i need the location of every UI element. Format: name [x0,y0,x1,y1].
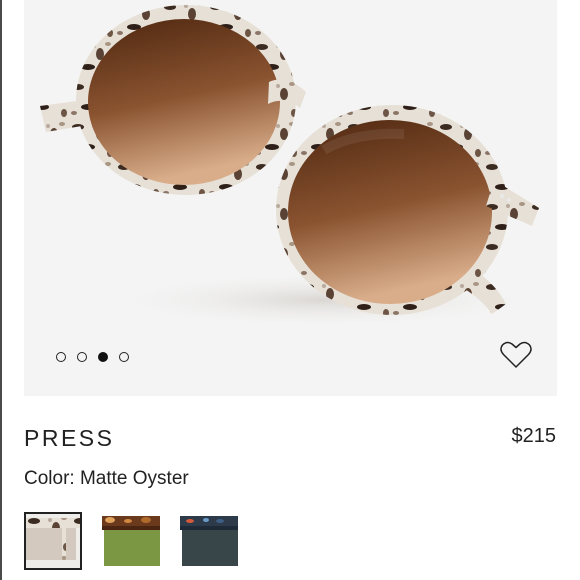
left-edge-divider [0,0,2,580]
heart-outline-icon[interactable] [499,340,533,370]
swatch-blue-tortoise-grey[interactable] [180,512,238,570]
carousel-pagination [56,352,129,364]
color-label: Color: [24,468,75,489]
color-variant-swatches [24,512,238,570]
swatch-matte-oyster[interactable] [24,512,82,570]
carousel-dot-2[interactable] [77,352,87,362]
color-value: Matte Oyster [79,468,189,489]
carousel-dot-4[interactable] [119,352,129,362]
product-name: PRESS [24,425,115,451]
swatch-tortoise-green[interactable] [102,512,160,570]
product-image-gallery[interactable] [24,0,557,396]
carousel-dot-3-active[interactable] [98,352,108,362]
product-price: $215 [511,425,557,447]
carousel-dot-1[interactable] [56,352,66,362]
sunglasses-image [40,5,544,328]
color-selection-label: Color: Matte Oyster [24,468,189,490]
